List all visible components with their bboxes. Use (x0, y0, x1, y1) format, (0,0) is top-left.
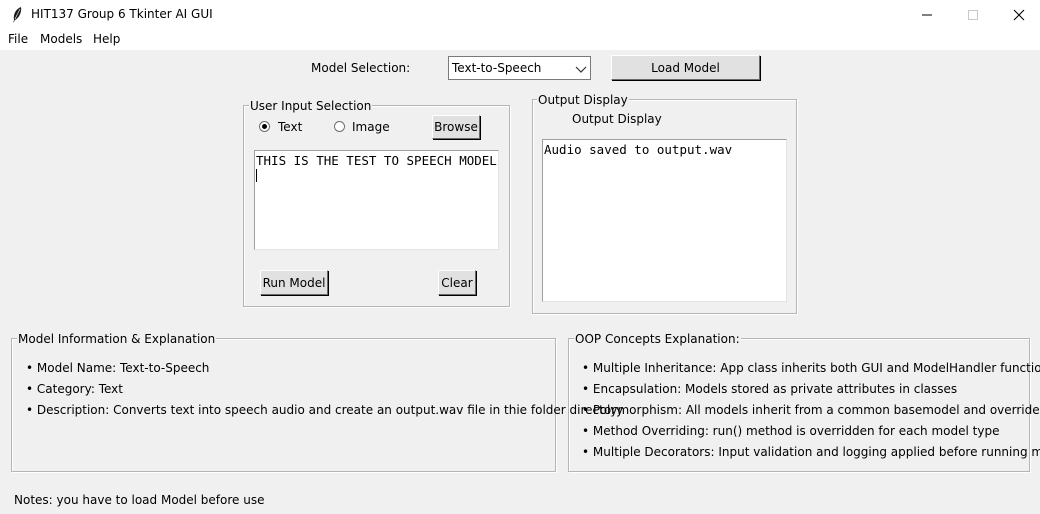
window-title: HIT137 Group 6 Tkinter AI GUI (31, 7, 213, 21)
oop-title: OOP Concepts Explanation: (574, 332, 741, 346)
oop-item: • Multiple Decorators: Input validation … (582, 445, 1040, 459)
output-textarea[interactable]: Audio saved to output.wav (542, 139, 787, 302)
oop-item: • Encapsulation: Models stored as privat… (582, 382, 958, 396)
model-select-value: Text-to-Speech (452, 61, 542, 75)
user-input-frame-title: User Input Selection (249, 99, 373, 113)
load-model-button[interactable]: Load Model (611, 55, 760, 80)
maximize-button[interactable] (950, 0, 996, 30)
model-info-item: • Model Name: Text-to-Speech (26, 361, 210, 375)
menu-file[interactable]: File (8, 32, 28, 46)
menu-models[interactable]: Models (40, 32, 82, 46)
model-info-item: • Description: Converts text into speech… (26, 403, 624, 417)
output-heading: Output Display (572, 112, 662, 126)
model-info-title: Model Information & Explanation (17, 332, 217, 346)
radio-image[interactable] (334, 121, 345, 132)
oop-item: • Polymorphism: All models inherit from … (582, 403, 1040, 417)
close-button[interactable] (996, 0, 1040, 30)
menu-bar (0, 30, 1040, 50)
output-text: Audio saved to output.wav (544, 142, 733, 157)
run-model-button[interactable]: Run Model (260, 270, 328, 295)
notes-label: Notes: you have to load Model before use (14, 493, 265, 507)
radio-selected-dot (262, 124, 267, 129)
model-select-combobox[interactable]: Text-to-Speech (448, 56, 591, 80)
browse-button[interactable]: Browse (432, 115, 480, 139)
radio-text-label[interactable]: Text (278, 120, 302, 134)
input-textarea[interactable]: THIS IS THE TEST TO SPEECH MODEL (254, 150, 499, 250)
minimize-icon (922, 14, 932, 16)
output-frame-title: Output Display (537, 93, 629, 107)
minimize-button[interactable] (904, 0, 950, 30)
close-icon (1013, 9, 1025, 21)
radio-image-label[interactable]: Image (352, 120, 390, 134)
menu-help[interactable]: Help (93, 32, 120, 46)
input-text: THIS IS THE TEST TO SPEECH MODEL (256, 153, 497, 168)
chevron-down-icon[interactable] (575, 63, 587, 73)
model-selection-label: Model Selection: (311, 61, 411, 75)
model-info-item: • Category: Text (26, 382, 123, 396)
text-cursor (256, 169, 257, 182)
radio-text[interactable] (259, 121, 270, 132)
oop-item: • Method Overriding: run() method is ove… (582, 424, 1000, 438)
clear-button[interactable]: Clear (438, 270, 476, 295)
tk-feather-icon (10, 6, 24, 24)
oop-item: • Multiple Inheritance: App class inheri… (582, 361, 1040, 375)
maximize-icon (968, 10, 978, 20)
